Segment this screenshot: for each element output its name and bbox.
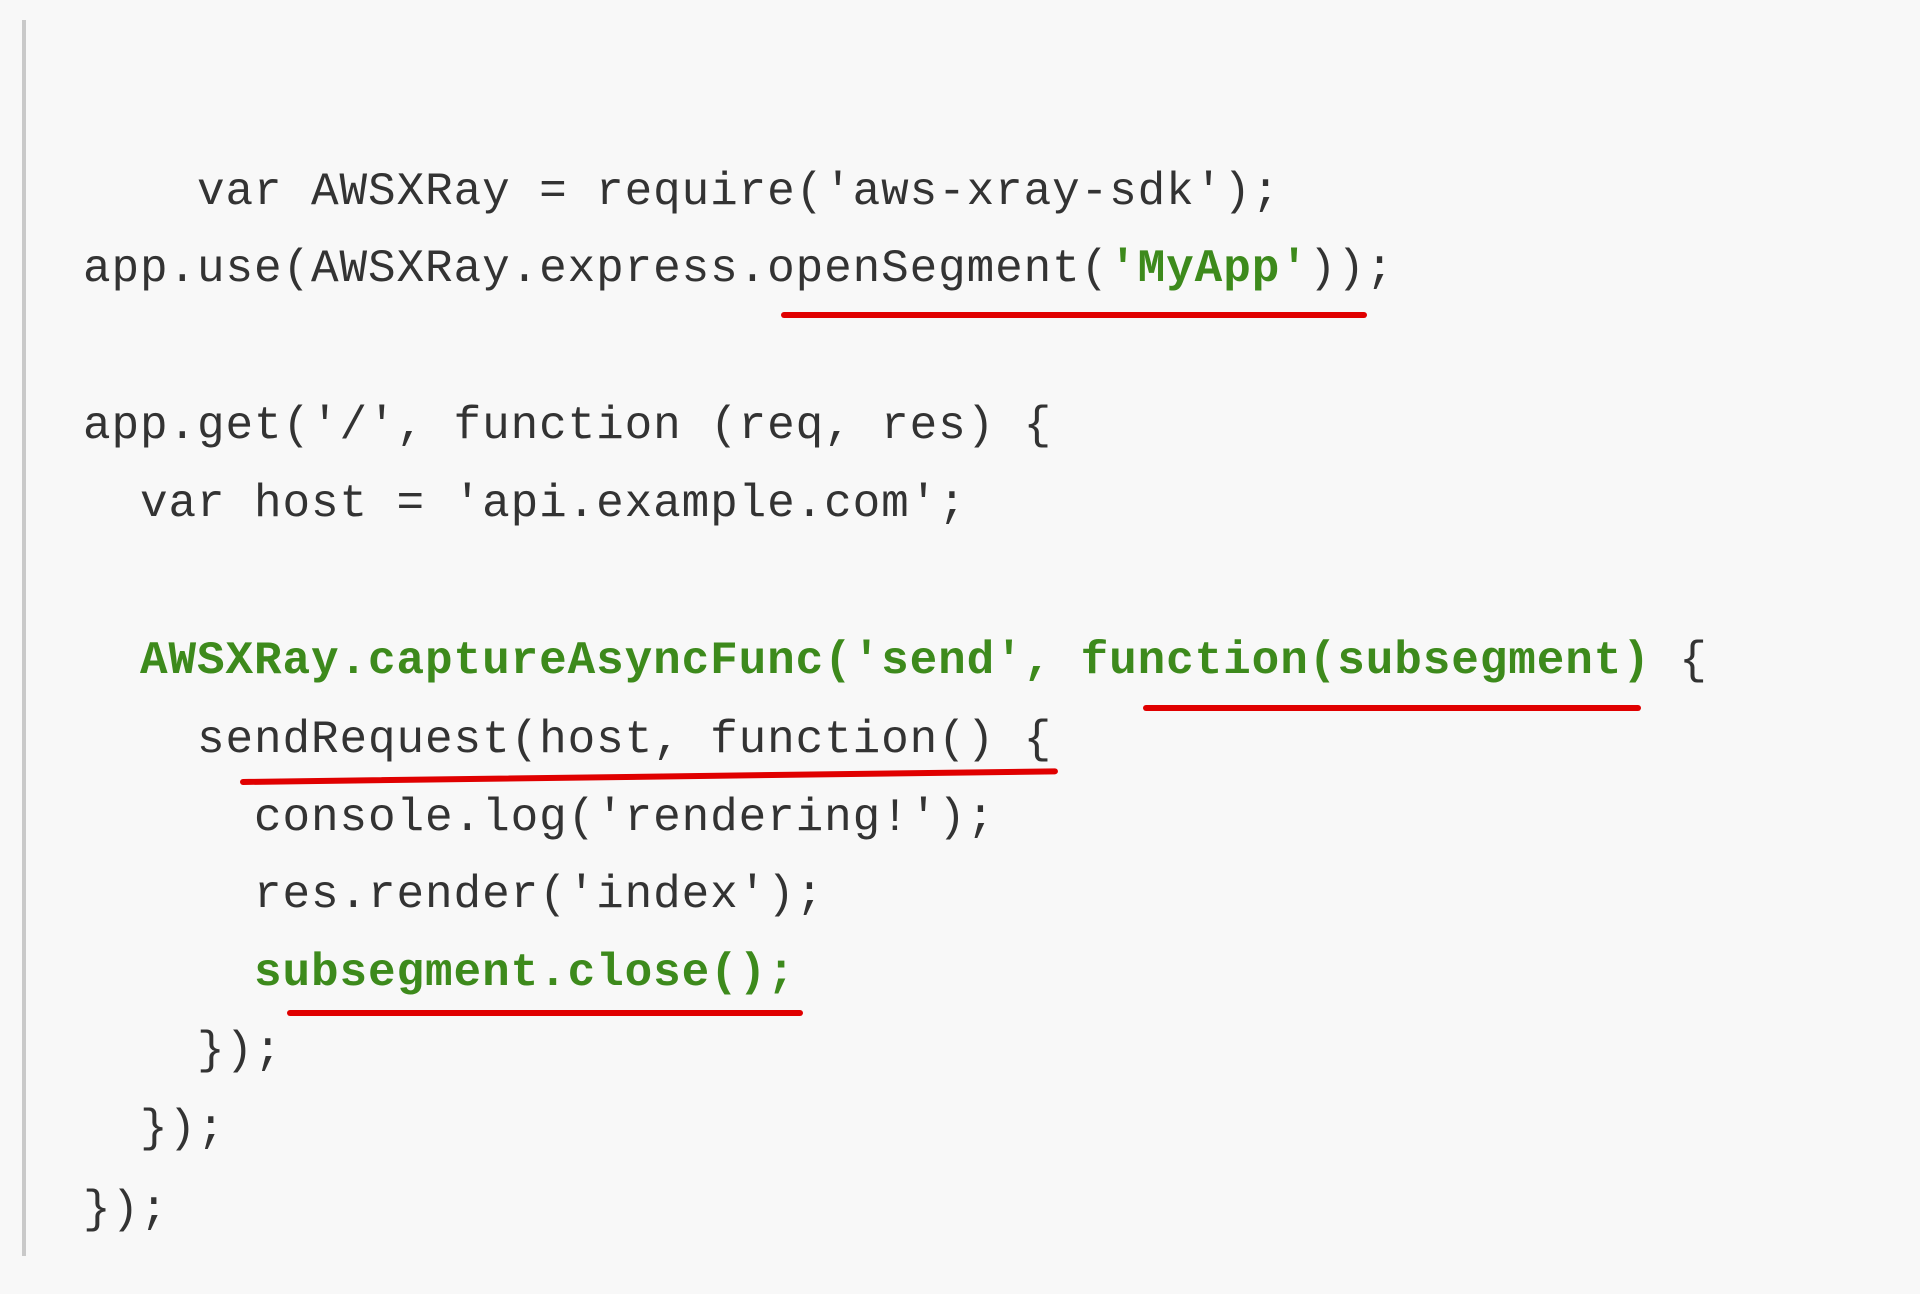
code-token-string: 'MyApp' <box>1109 243 1309 295</box>
blockquote-rule <box>22 20 26 1256</box>
code-line-subsegment-close: subsegment.close(); <box>83 934 796 1012</box>
code-block: var AWSXRay = require('aws-xray-sdk'); a… <box>0 0 1920 1294</box>
code-token: console.log('rendering!'); <box>83 792 996 844</box>
annotation-underline-open-segment <box>781 312 1367 318</box>
code-line-res-render: res.render('index'); <box>83 856 824 934</box>
code-token: }); <box>83 1184 169 1236</box>
code-token: { <box>1650 635 1708 687</box>
annotation-underline-function-subsegment <box>1143 705 1641 711</box>
code-token: app.get('/', function (req, res) { <box>83 400 1053 452</box>
code-token: res.render('index'); <box>83 869 825 921</box>
code-line-console-log: console.log('rendering!'); <box>83 779 995 857</box>
code-line-close-app-get: }); <box>83 1171 169 1249</box>
code-line-require: var AWSXRay = require('aws-xray-sdk'); <box>83 75 1280 218</box>
annotation-underline-subsegment-close <box>287 1010 803 1016</box>
code-token: )); <box>1308 243 1395 295</box>
code-token: }); <box>83 1025 283 1077</box>
code-token: }); <box>83 1103 226 1155</box>
code-token-highlight: subsegment.close(); <box>83 947 796 999</box>
code-token-highlight: AWSXRay.captureAsyncFunc('send', functio… <box>83 635 1651 687</box>
code-token: sendRequest(host, function() { <box>83 714 1053 766</box>
code-line-send-request: sendRequest(host, function() { <box>83 701 1052 779</box>
code-token: var AWSXRay = require('aws-xray-sdk'); <box>197 166 1281 218</box>
code-line-var-host: var host = 'api.example.com'; <box>83 465 967 543</box>
code-line-close-send-request: }); <box>83 1012 283 1090</box>
code-token: var host = 'api.example.com'; <box>83 478 967 530</box>
code-token: app.use(AWSXRay.express.openSegment( <box>83 243 1110 295</box>
code-line-app-get: app.get('/', function (req, res) { <box>83 387 1052 465</box>
code-line-capture-async: AWSXRay.captureAsyncFunc('send', functio… <box>83 622 1708 700</box>
code-line-open-segment: app.use(AWSXRay.express.openSegment('MyA… <box>83 230 1394 308</box>
code-line-close-capture: }); <box>83 1090 226 1168</box>
